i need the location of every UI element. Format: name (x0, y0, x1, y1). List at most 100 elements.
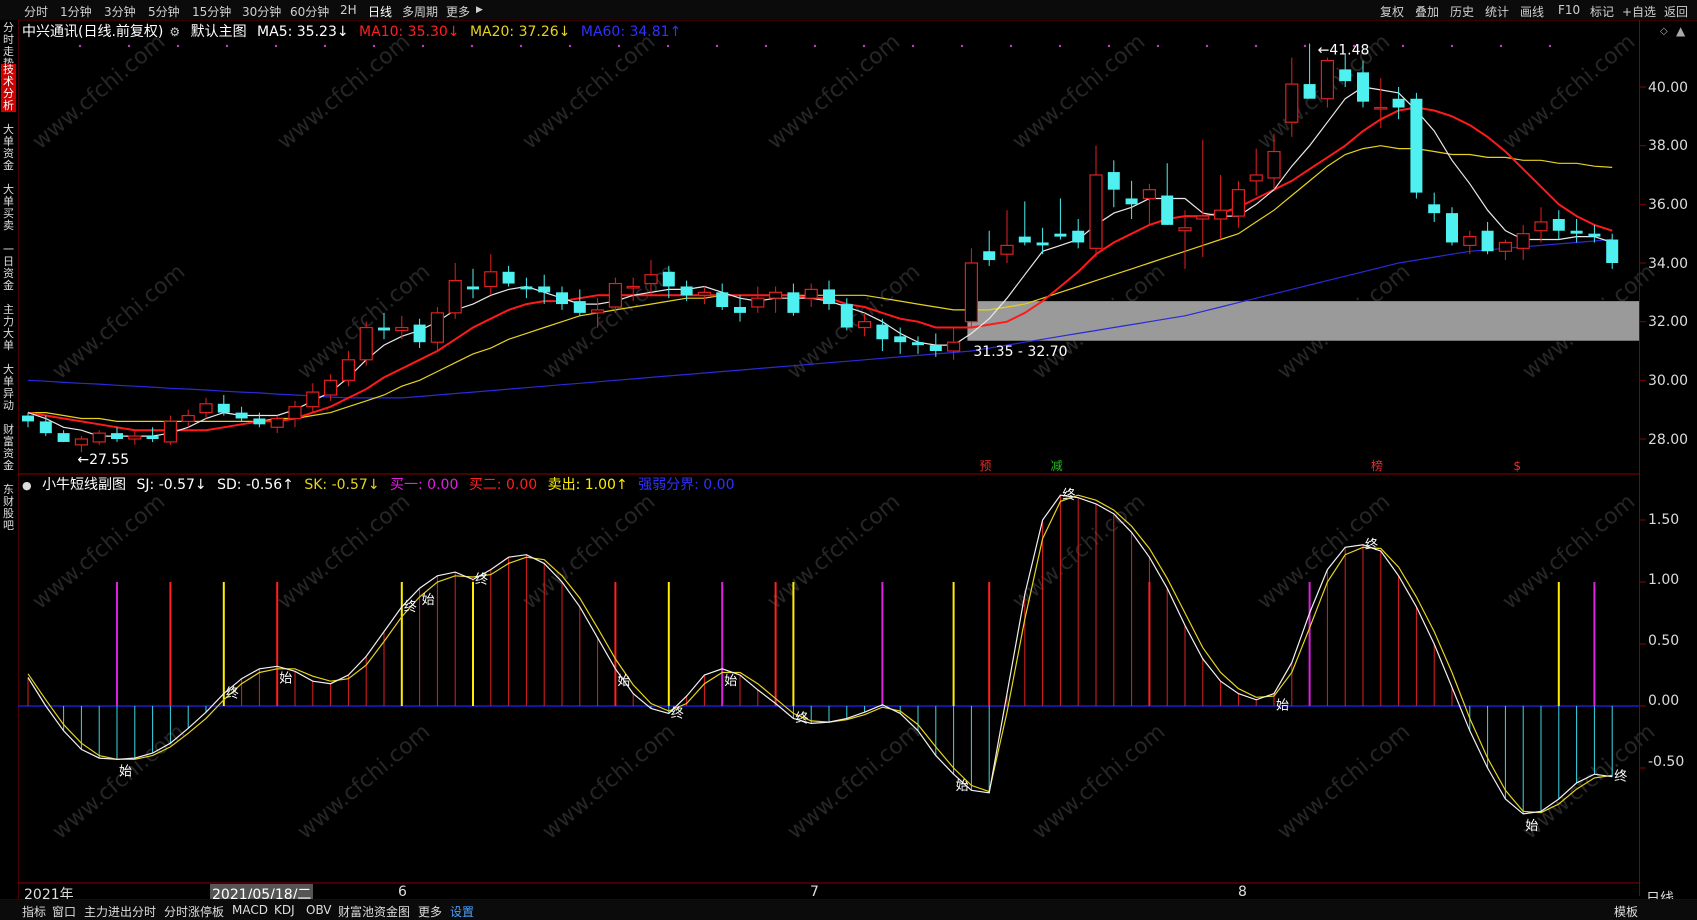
candle-body (502, 271, 515, 284)
indicator-button[interactable]: 指标 (22, 903, 46, 920)
diamond-icon[interactable]: ◇ (1660, 26, 1668, 37)
dot-marker (470, 44, 474, 48)
candle (946, 327, 961, 360)
candle-body (608, 282, 623, 308)
settings-button[interactable]: 设置 (450, 903, 474, 920)
candle-body (894, 336, 907, 343)
watermark-text: www.cfchi.com (1008, 29, 1150, 154)
candle-body (1178, 227, 1192, 232)
watermark-text: www.cfchi.com (273, 489, 415, 614)
dot-marker (764, 44, 768, 48)
candle-body (395, 326, 409, 332)
candle-body (964, 262, 979, 323)
wealth-pool-tab[interactable]: 财富池资金图 (338, 903, 410, 920)
candle-body (1534, 221, 1548, 232)
dot-marker (960, 44, 964, 48)
candle-body (538, 286, 551, 293)
event-marker: 预 (979, 459, 991, 473)
date-axis: 2021年 2021/05/18/二 6 7 8 (18, 884, 1640, 904)
dot-marker (813, 44, 817, 48)
candle (894, 327, 907, 354)
candle (1552, 210, 1565, 240)
dot-marker (323, 44, 327, 48)
scroll-up-icon[interactable]: ▲ (1676, 24, 1685, 38)
candle (1213, 175, 1228, 240)
candle-body (253, 418, 266, 425)
candle (502, 265, 515, 287)
candle (964, 248, 979, 328)
signal-label: 始 (617, 674, 630, 689)
signal-label: 终 (226, 686, 239, 702)
date-label-month: 7 (810, 884, 819, 900)
signal-label: 始 (279, 671, 292, 686)
kdj-tab[interactable]: KDJ (274, 903, 295, 917)
dot-marker (1205, 44, 1209, 48)
candle-body (378, 327, 390, 331)
macd-tab[interactable]: MACD (232, 903, 268, 917)
candle-body (413, 324, 426, 343)
watermark-text: www.cfchi.com (293, 719, 435, 844)
candle-body (1303, 84, 1316, 99)
candle-body (590, 309, 605, 314)
candle (804, 283, 818, 307)
candle (1446, 207, 1458, 246)
candle-body (1054, 233, 1067, 237)
main-flow-intraday-tab[interactable]: 主力进出分时 (84, 903, 156, 920)
candle-body (983, 251, 996, 261)
candle (787, 283, 800, 316)
candle-body (1428, 204, 1441, 214)
candle-body (946, 341, 961, 352)
more-tab[interactable]: 更多 (418, 903, 442, 920)
candle (538, 274, 551, 305)
candle-body (199, 403, 213, 414)
candle-body (1357, 72, 1369, 102)
candle (341, 351, 355, 387)
candle (1178, 210, 1192, 269)
signal-label: 终 (404, 599, 417, 615)
watermark-text: www.cfchi.com (1008, 489, 1150, 614)
candle-body (734, 307, 746, 313)
price-tick: 38.00 (1648, 138, 1689, 154)
candle (1072, 219, 1085, 249)
signal-label: 始 (956, 779, 969, 794)
candle-body (697, 291, 712, 296)
watermark-text: www.cfchi.com (48, 719, 190, 844)
template-button[interactable]: 模板 (1614, 903, 1638, 920)
dot-marker (372, 44, 376, 48)
candle-body (804, 288, 818, 299)
dot-marker (1303, 44, 1307, 48)
candle (1125, 180, 1138, 219)
candle (270, 415, 284, 434)
window-button[interactable]: 窗口 (52, 903, 76, 920)
candle-body (1570, 230, 1583, 234)
candle (22, 412, 34, 428)
candle-body (1498, 241, 1513, 252)
kline-chart[interactable]: www.cfchi.com www.cfchi.com www.cfchi.com w… (0, 0, 1697, 920)
limit-up-tab[interactable]: 分时涨停板 (164, 903, 224, 920)
obv-tab[interactable]: OBV (306, 903, 332, 917)
candle (1481, 221, 1494, 255)
candle-body (270, 417, 284, 428)
candle-body (92, 432, 106, 443)
candle (413, 318, 426, 349)
candle-body (359, 326, 373, 361)
candle (697, 286, 712, 305)
watermark-text: www.cfchi.com (1028, 719, 1170, 844)
watermark-text: www.cfchi.com (28, 29, 170, 154)
candle (111, 427, 123, 442)
candle-body (662, 271, 675, 287)
candle-body (306, 391, 320, 408)
dot-marker (666, 44, 670, 48)
candle (467, 268, 479, 299)
candle-body (1374, 106, 1388, 110)
price-axis: ◇ ▲ 40.00 38.00 36.00 34.00 32.00 30.00 … (1639, 20, 1697, 907)
watermark-text: www.cfchi.com (1498, 489, 1640, 614)
signal-label: 始 (422, 593, 435, 608)
watermark-text: www.cfchi.com (518, 489, 660, 614)
watermark-text: www.cfchi.com (1273, 719, 1415, 844)
candle (1428, 192, 1441, 222)
candle (1089, 145, 1103, 258)
candle-body (1588, 233, 1601, 237)
dot-marker (274, 44, 278, 48)
price-tick: 34.00 (1648, 256, 1689, 272)
